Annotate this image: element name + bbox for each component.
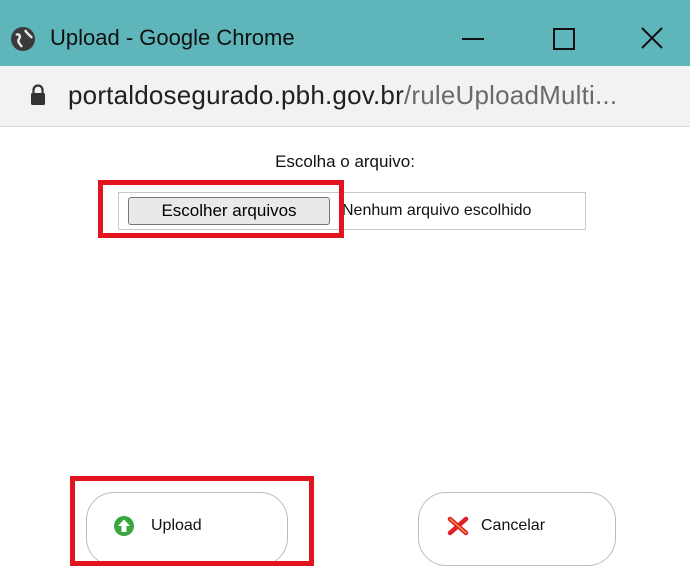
url-path: /ruleUploadMulti...	[403, 80, 618, 110]
lock-icon	[31, 84, 45, 105]
address-bar[interactable]: portaldosegurado.pbh.gov.br/ruleUploadMu…	[0, 66, 690, 127]
cancel-label: Cancelar	[481, 517, 546, 534]
no-file-chosen-text: Nenhum arquivo escolhido	[342, 202, 532, 219]
globe-icon	[11, 27, 35, 51]
url-text[interactable]: portaldosegurado.pbh.gov.br/ruleUploadMu…	[68, 80, 617, 111]
url-domain: portaldosegurado.pbh.gov.br	[68, 80, 404, 110]
minimize-icon[interactable]	[462, 38, 484, 40]
red-x-icon	[447, 516, 469, 536]
window-title: Upload - Google Chrome	[50, 25, 295, 50]
maximize-icon[interactable]	[553, 28, 575, 50]
close-icon[interactable]	[640, 24, 664, 52]
highlight-box-choose-files	[98, 180, 344, 238]
highlight-box-upload	[70, 476, 314, 566]
cancel-button[interactable]: Cancelar	[418, 492, 616, 566]
file-prompt-label: Escolha o arquivo:	[275, 152, 415, 171]
